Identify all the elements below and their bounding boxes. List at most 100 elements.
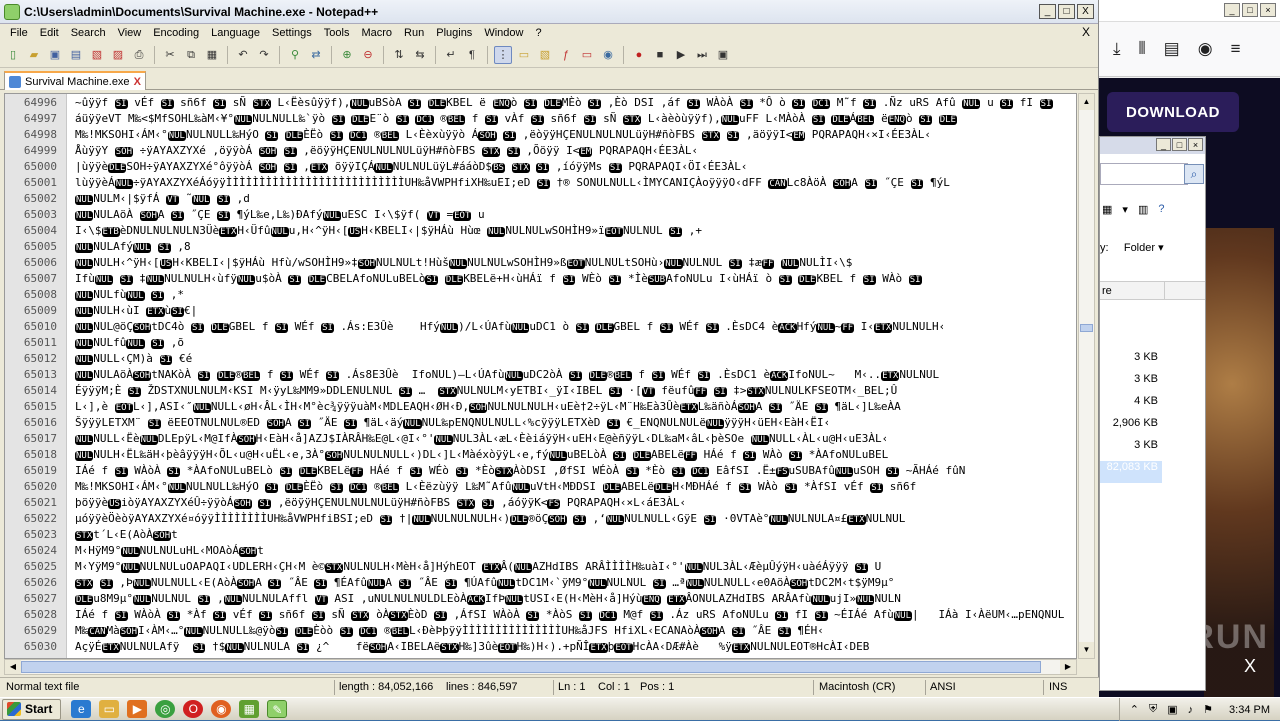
close-button[interactable]: X [1077, 4, 1094, 19]
help-icon[interactable]: ? [1158, 203, 1164, 215]
shield-icon[interactable]: ⛨ [1149, 703, 1157, 716]
editor-line[interactable]: 65026 STX SI ,ÞNULNULNULL‹E(AòÀSOHA SI ˝Â… [5, 575, 1076, 591]
editor-line[interactable]: 65003 NULNULAöÀ SOHA SI ˝ÇE SI ¶ýL‰e,L‰)Ð… [5, 207, 1076, 223]
editor-line[interactable]: 65012 NULNULL‹ÇM)à SI €é [5, 351, 1076, 367]
editor-line[interactable]: 64999 ÅùÿÿY SOH ÷ÿAYAXZYXé ,öÿÿòÁ SOH SI … [5, 143, 1076, 159]
run-macro-multiple-icon[interactable]: ⏭ [693, 46, 711, 64]
editor-line[interactable]: 65027 DLEu8M9µ°NULNULNUL SI ,NULNULNULAff… [5, 591, 1076, 607]
editor-line[interactable]: 65016 ŠÿÿÿLETXM¨ SI ëEEOTNULNUL®ED SOHA S… [5, 415, 1076, 431]
firefox-icon[interactable]: ◉ [211, 700, 232, 718]
cut-icon[interactable]: ✂ [161, 46, 179, 64]
menu-plugins[interactable]: Plugins [430, 27, 478, 39]
editor-line[interactable]: 65002 NULNULM‹|$ÿfÁ VT ˜NUL SI ,d [5, 191, 1076, 207]
tab-close-icon[interactable]: X [134, 76, 141, 88]
undo-icon[interactable]: ↶ [234, 46, 252, 64]
editor-line[interactable]: 65019 IÁé f SI WÀòÀ SI *ÀAfoNULuBELò SI D… [5, 463, 1076, 479]
zoom-in-icon[interactable]: ⊕ [338, 46, 356, 64]
notepadpp-taskbar-icon[interactable]: ✎ [267, 700, 288, 718]
internet-explorer-icon[interactable]: e [71, 700, 92, 718]
menu-help[interactable]: ? [529, 27, 547, 39]
editor-line[interactable]: 65007 IfùNUL SI ‡NULNULNULH‹ùfÿNULu$òÀ SI… [5, 271, 1076, 287]
media-player-icon[interactable]: ▶ [127, 700, 148, 718]
save-all-icon[interactable]: ▤ [67, 46, 85, 64]
indent-guide-icon[interactable]: ⋮ [494, 45, 512, 64]
account-icon[interactable]: ◉ [1198, 39, 1213, 59]
search-icon[interactable]: ⌕ [1184, 164, 1204, 184]
play-macro-icon[interactable]: ▶ [672, 46, 690, 64]
editor-line[interactable]: 65010 NULNUL@öÇSOHtDC4ò SI DLEGBEL f SI W… [5, 319, 1076, 335]
editor-line[interactable]: 65000 |ùÿÿèDLESOH÷ÿAYAXZYXé°ôÿÿòÁ SOH SI … [5, 159, 1076, 175]
menu-icon[interactable]: ≡ [1231, 39, 1241, 59]
editor-line[interactable]: 65022 µóÿÿèÖèòÿAYAXZYXé¤óÿÿÌÌÌÌÌÌÌÌUH‰åVW… [5, 511, 1076, 527]
editor-line[interactable]: 65018 NULNULH‹ËL‰äH‹þèâÿÿÿH‹ÕL‹u@H‹uËL‹e,… [5, 447, 1076, 463]
vertical-scrollbar[interactable]: ▲ ▼ [1078, 93, 1095, 659]
text-editor[interactable]: 64996 ~ûÿÿf SI vÉf SI sñ6f SI sÑ STX L‹Ëè… [4, 93, 1077, 659]
preview-pane-icon[interactable]: ▥ [1138, 203, 1148, 216]
menu-macro[interactable]: Macro [355, 27, 398, 39]
wrap-icon[interactable]: ↵ [442, 46, 460, 64]
status-insert-mode[interactable]: INS [1049, 681, 1067, 693]
editor-line[interactable]: 65001 lùÿÿèÁNUL÷ÿAYAXZYXéÁóÿÿÌÌÌÌÌÌÌÌÌÌÌÌ… [5, 175, 1076, 191]
downloads-icon[interactable]: ⤓ [1113, 39, 1121, 59]
download-button[interactable]: DOWNLOAD [1107, 92, 1239, 132]
redo-icon[interactable]: ↷ [255, 46, 273, 64]
menu-edit[interactable]: Edit [34, 27, 65, 39]
editor-line[interactable]: 65028 IÁé f SI WÀòÀ SI *Àf SI vÉf SI sñ6f… [5, 607, 1076, 623]
menu-file[interactable]: File [4, 27, 34, 39]
editor-line[interactable]: 65020 M‰!MKSOHI‹ÁM‹°NULNULNULL‰HýO SI DLE… [5, 479, 1076, 495]
menu-window[interactable]: Window [478, 27, 529, 39]
flag-icon[interactable]: ⚑ [1203, 703, 1213, 716]
library-icon[interactable]: ⫴ [1139, 39, 1146, 59]
editor-line[interactable]: 64998 M‰!MKSOHI‹ÁM‹°NULNULNULL‰HýO SI DLE… [5, 127, 1076, 143]
browser-close-button[interactable]: × [1260, 3, 1276, 17]
editor-line[interactable]: 65029 M‰CANMàSOHI‹ÀM‹…°NULNULNULL‰@ÿòSI D… [5, 623, 1076, 639]
save-icon[interactable]: ▣ [46, 46, 64, 64]
editor-line[interactable]: 65023 STXt´L‹E(AòÀSOHt [5, 527, 1076, 543]
start-button[interactable]: Start [2, 698, 62, 720]
copy-icon[interactable]: ⧉ [182, 46, 200, 64]
horizontal-scrollbar[interactable]: ◀ ▶ [4, 659, 1077, 675]
chevron-down-icon[interactable]: ▾ [1122, 203, 1128, 216]
function-list-icon[interactable]: ƒ [557, 46, 575, 64]
menu-settings[interactable]: Settings [266, 27, 318, 39]
editor-line[interactable]: 65024 M‹HÿM9°NULNULNULuHL‹MOAòÁSOHt [5, 543, 1076, 559]
udl-icon[interactable]: ▭ [515, 46, 533, 64]
close-icon[interactable]: ▧ [88, 46, 106, 64]
editor-line[interactable]: 65011 NULNULfûNUL SI ,õ [5, 335, 1076, 351]
editor-line[interactable]: 65015 L‹]‚è EOTL‹]‚ASI‹″NULNULL‹øH‹ÂL‹ÌH‹… [5, 399, 1076, 415]
status-encoding[interactable]: ANSI [930, 681, 956, 693]
close-all-icon[interactable]: ▨ [109, 46, 127, 64]
editor-line[interactable]: 64997 áüÿÿeVT M‰<$MfSOHL‰àM‹¥°NULNULNULL‰… [5, 111, 1076, 127]
zoom-out-icon[interactable]: ⊖ [359, 46, 377, 64]
editor-line[interactable]: 65014 ÉÿÿÿM;È SI ŽDSTXNULNULM‹KSI M‹ÿyL‰M… [5, 383, 1076, 399]
editor-line[interactable]: 65013 NULNULAöÀSOHtNAKòÀ SI DLE®BEL f SI … [5, 367, 1076, 383]
editor-line[interactable]: 65008 NULNULfùNUL SI ,* [5, 287, 1076, 303]
browser-maximize-button[interactable]: □ [1242, 3, 1258, 17]
editor-line[interactable]: 65025 M‹YÿM9°NULNULNULuOAPAQI‹UDLERH‹ÇH‹M… [5, 559, 1076, 575]
doc-map-icon[interactable]: ▧ [536, 46, 554, 64]
folder-workspace-icon[interactable]: ▭ [578, 46, 596, 64]
network-icon[interactable]: ▣ [1167, 703, 1177, 716]
app-grid-icon[interactable]: ▦ [239, 700, 260, 718]
editor-line[interactable]: 64996 ~ûÿÿf SI vÉf SI sñ6f SI sÑ STX L‹Ëè… [5, 95, 1076, 111]
print-icon[interactable]: ⎙ [130, 46, 148, 64]
opera-icon[interactable]: O [183, 700, 204, 718]
monitor-icon[interactable]: ◉ [599, 46, 617, 64]
editor-line[interactable]: 65009 NULNULH‹ùI ETXùSI€| [5, 303, 1076, 319]
editor-line[interactable]: 65004 I‹\$ETBèDNULNULNULN3ÜèETXH‹ÜfûNULu,… [5, 223, 1076, 239]
new-file-icon[interactable]: ▯ [4, 46, 22, 64]
replace-icon[interactable]: ⇄ [307, 46, 325, 64]
close-icon[interactable]: X [1244, 656, 1256, 677]
menu-language[interactable]: Language [205, 27, 266, 39]
scroll-left-icon[interactable]: ◀ [5, 660, 21, 674]
sync-v-icon[interactable]: ⇅ [390, 46, 408, 64]
record-macro-icon[interactable]: ● [630, 46, 648, 64]
editor-line[interactable]: 65017 NULNULL‹ËèNULDLEpÿL‹M@IfÀSOHH‹EàH‹å… [5, 431, 1076, 447]
find-icon[interactable]: ⚲ [286, 46, 304, 64]
menu-run[interactable]: Run [398, 27, 430, 39]
scroll-right-icon[interactable]: ▶ [1060, 660, 1076, 674]
chevron-up-icon[interactable]: ⌃ [1130, 703, 1139, 716]
scroll-down-icon[interactable]: ▼ [1079, 642, 1094, 658]
editor-line[interactable]: 65021 þöÿÿèUSiòÿAYAXZYXéÛ÷ÿÿòÁSOH SI ,ëöÿ… [5, 495, 1076, 511]
open-file-icon[interactable]: ▰ [25, 46, 43, 64]
